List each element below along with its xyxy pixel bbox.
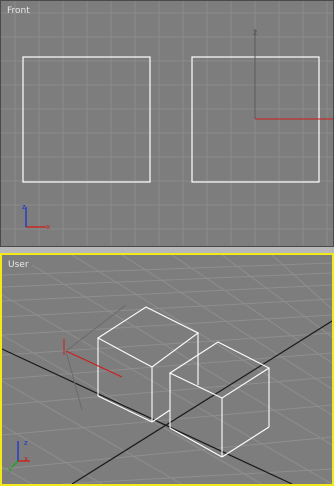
transform-gizmo[interactable]: z (253, 28, 334, 120)
front-grid (1, 1, 333, 246)
front-viewport-canvas[interactable]: z z x (1, 1, 334, 247)
svg-text:z: z (24, 439, 28, 447)
viewport-label-front[interactable]: Front (7, 6, 30, 16)
svg-text:y: y (8, 465, 12, 473)
svg-text:z: z (22, 203, 26, 211)
axis-icon: z x (22, 203, 50, 231)
perspective-grid (2, 255, 332, 484)
svg-text:z: z (253, 28, 257, 37)
user-viewport[interactable]: z x y User (0, 253, 334, 486)
user-viewport-canvas[interactable]: z x y (2, 255, 332, 484)
svg-text:x: x (46, 223, 50, 231)
svg-text:x: x (24, 455, 28, 463)
axis-icon-user: z x y (8, 439, 30, 473)
front-viewport[interactable]: z z x Front (0, 0, 334, 247)
transform-gizmo-user[interactable] (63, 304, 127, 411)
viewport-label-user[interactable]: User (8, 260, 29, 270)
